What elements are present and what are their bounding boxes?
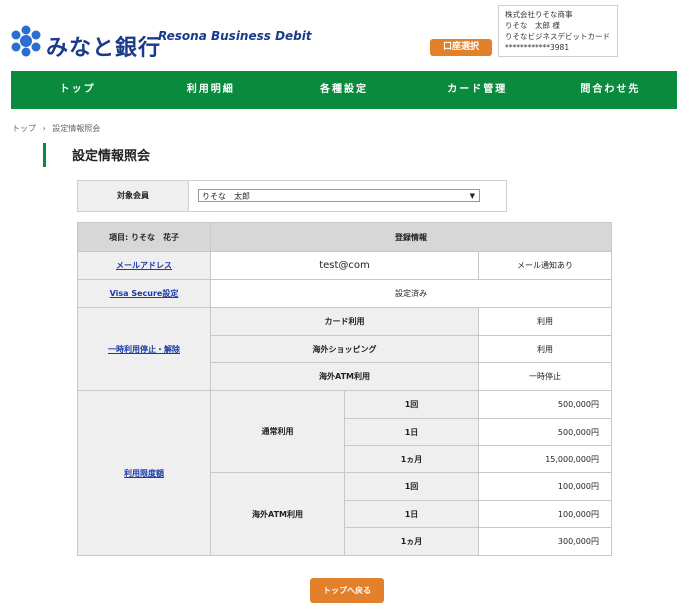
nav-card-management[interactable]: カード管理	[411, 71, 544, 109]
limit-amount: 100,000円	[479, 501, 611, 528]
product-name: Resona Business Debit	[158, 29, 312, 43]
item-header: 項目: りそな 花子	[78, 223, 211, 252]
settings-table: 項目: りそな 花子 登録情報 メールアドレス test@com メール通知あり…	[77, 222, 612, 556]
limit-group-name: 通常利用	[211, 391, 345, 473]
limit-period: 1回	[345, 391, 479, 419]
limit-amount: 15,000,000円	[479, 446, 611, 473]
limit-period: 1日	[345, 501, 479, 528]
nav-top[interactable]: トップ	[11, 71, 144, 109]
suspend-row-value: 一時停止	[479, 363, 611, 391]
suspend-row-name: 海外ショッピング	[211, 336, 479, 363]
limit-period: 1ヵ月	[345, 446, 479, 473]
limit-amount: 300,000円	[479, 528, 611, 555]
limit-amount: 100,000円	[479, 473, 611, 501]
breadcrumb: トップ › 設定情報照会	[12, 123, 100, 134]
suspend-row-value: 利用	[479, 336, 611, 363]
company-name: 株式会社りそな商事	[505, 10, 573, 19]
page-title: 設定情報照会	[72, 149, 151, 164]
limit-period: 1日	[345, 419, 479, 446]
nav-statement[interactable]: 利用明細	[144, 71, 277, 109]
visa-secure-value: 設定済み	[211, 280, 611, 308]
bank-logo-icon	[11, 25, 41, 57]
member-label: 対象会員	[78, 181, 189, 211]
limits-link[interactable]: 利用限度額	[124, 468, 164, 479]
suspend-row-value: 利用	[479, 308, 611, 336]
suspend-row-name: カード利用	[211, 308, 479, 336]
member-select[interactable]: りそな 太郎 ▼	[198, 189, 480, 202]
limit-period: 1回	[345, 473, 479, 501]
title-accent-bar	[43, 143, 46, 167]
limit-period: 1ヵ月	[345, 528, 479, 555]
member-selected-value: りそな 太郎	[202, 192, 250, 201]
breadcrumb-current: 設定情報照会	[52, 124, 101, 133]
card-number: ************3981	[505, 43, 570, 52]
member-selector-row: 対象会員 りそな 太郎 ▼	[77, 180, 507, 212]
user-info-box: 株式会社りそな商事 りそな 太郎 様 りそなビジネスデビットカード ******…	[498, 5, 618, 57]
chevron-down-icon: ▼	[469, 192, 475, 200]
registered-header: 登録情報	[211, 223, 611, 252]
email-link[interactable]: メールアドレス	[116, 260, 172, 271]
limit-group-name: 海外ATM利用	[211, 473, 345, 555]
limit-amount: 500,000円	[479, 391, 611, 419]
nav-settings[interactable]: 各種設定	[277, 71, 410, 109]
back-to-top-button[interactable]: トップへ戻る	[310, 578, 384, 603]
email-value: test@com	[211, 252, 479, 280]
suspend-row-name: 海外ATM利用	[211, 363, 479, 391]
breadcrumb-home[interactable]: トップ	[12, 124, 36, 133]
main-nav: トップ 利用明細 各種設定 カード管理 問合わせ先	[11, 71, 677, 109]
limit-amount: 500,000円	[479, 419, 611, 446]
breadcrumb-separator: ›	[42, 124, 46, 133]
account-select-button[interactable]: 口座選択	[430, 39, 492, 56]
user-name: りそな 太郎 様	[505, 21, 560, 30]
nav-contact[interactable]: 問合わせ先	[544, 71, 677, 109]
bank-name: みなと銀行	[46, 36, 162, 61]
suspend-link[interactable]: 一時利用停止・解除	[108, 344, 180, 355]
card-name: りそなビジネスデビットカード	[505, 32, 610, 41]
email-notice: メール通知あり	[479, 252, 611, 280]
visa-secure-link[interactable]: Visa Secure設定	[110, 288, 179, 299]
